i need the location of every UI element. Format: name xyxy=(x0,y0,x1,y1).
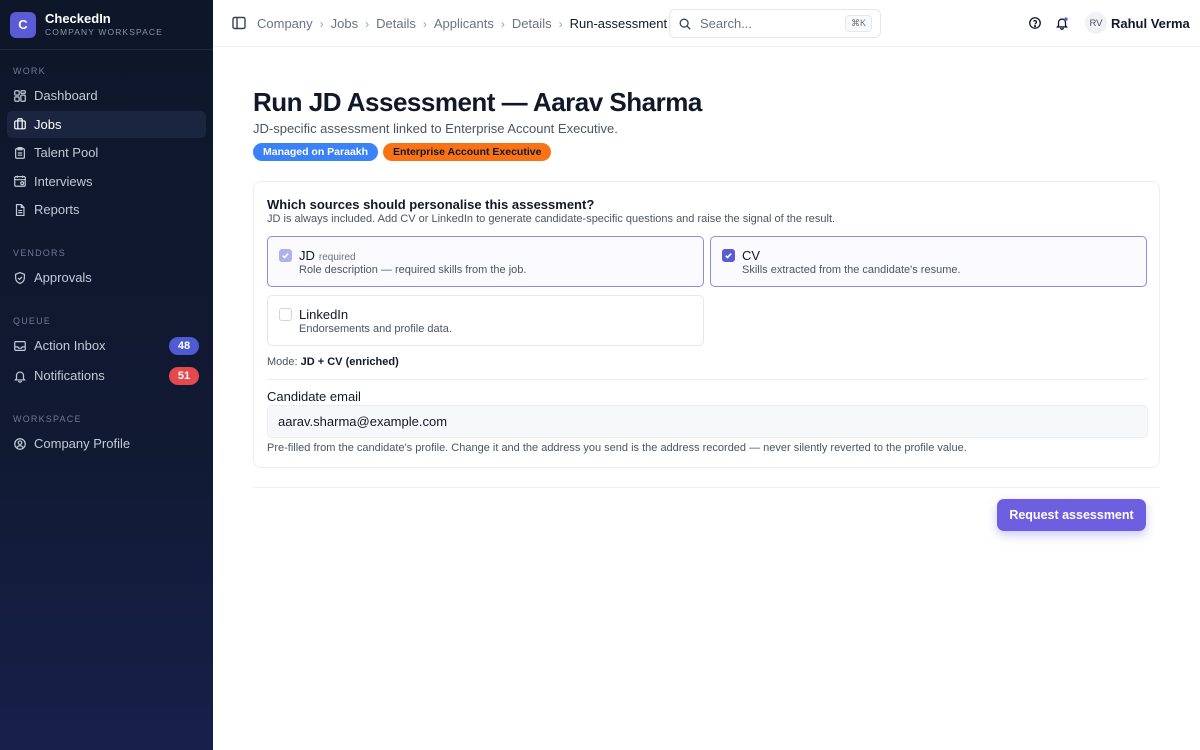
sidebar: C CheckedIn COMPANY WORKSPACE WORK Dashb… xyxy=(0,0,213,750)
chevron-right-icon: › xyxy=(319,16,324,31)
document-icon xyxy=(15,203,25,216)
breadcrumb-current: Run-assessment xyxy=(569,16,668,31)
sidebar-item-label: Jobs xyxy=(34,116,62,132)
source-option-linkedin[interactable]: LinkedIn Endorsements and profile data. xyxy=(267,295,704,346)
user-name[interactable]: Rahul Verma xyxy=(1111,16,1190,31)
breadcrumb-applicant-details[interactable]: Details xyxy=(512,16,552,31)
sidebar-item-label: Dashboard xyxy=(34,88,98,103)
sources-description: JD is always included. Add CV or LinkedI… xyxy=(267,213,836,225)
linkedin-option-description: Endorsements and profile data. xyxy=(299,323,452,335)
main-content: Run JD Assessment — Aarav Sharma JD-spec… xyxy=(213,47,1200,750)
tag-list: Managed on Paraakh Enterprise Account Ex… xyxy=(253,143,552,161)
mode-value: JD + CV (enriched) xyxy=(300,356,399,368)
sidebar-section-vendors: VENDORS xyxy=(13,248,66,258)
bell-icon[interactable] xyxy=(1055,16,1069,30)
brand[interactable]: C CheckedIn COMPANY WORKSPACE xyxy=(0,0,213,50)
request-assessment-button[interactable]: Request assessment xyxy=(997,499,1146,531)
sidebar-item-jobs[interactable]: Jobs xyxy=(7,110,206,138)
brand-logo: C xyxy=(10,11,36,38)
sidebar-section-queue: QUEUE xyxy=(13,316,52,326)
sidebar-item-label: Approvals xyxy=(34,270,92,285)
sidebar-item-notifications[interactable]: Notifications 51 xyxy=(7,362,206,389)
breadcrumb-applicants[interactable]: Applicants xyxy=(434,16,494,31)
search-placeholder: Search... xyxy=(700,16,753,31)
sidebar-item-dashboard[interactable]: Dashboard xyxy=(7,82,206,109)
linkedin-checkbox[interactable] xyxy=(279,308,292,321)
chevron-right-icon: › xyxy=(365,16,370,31)
jd-option-description: Role description — required skills from … xyxy=(299,264,527,276)
calendar-icon xyxy=(14,175,26,187)
sidebar-section-workspace: WORKSPACE xyxy=(13,414,82,424)
sidebar-item-label: Notifications xyxy=(34,368,105,383)
user-circle-icon xyxy=(14,437,26,450)
sidebar-item-label: Interviews xyxy=(34,173,93,189)
sidebar-item-talent-pool[interactable]: Talent Pool xyxy=(7,139,206,166)
required-tag: required xyxy=(318,252,356,263)
search-shortcut: ⌘K xyxy=(844,15,872,32)
cv-checkbox[interactable] xyxy=(722,249,735,262)
breadcrumb: Company › Jobs › Details › Applicants › … xyxy=(257,0,667,47)
sidebar-item-company-profile[interactable]: Company Profile xyxy=(7,430,206,457)
source-option-jd[interactable]: JD required Role description — required s… xyxy=(267,236,704,287)
jd-checkbox[interactable] xyxy=(279,249,292,262)
candidate-email-label: Candidate email xyxy=(267,389,361,404)
clipboard-icon xyxy=(15,146,25,159)
mode-label: Mode: xyxy=(267,356,298,368)
cv-option-title: CV xyxy=(742,248,761,263)
check-icon xyxy=(282,252,289,259)
sidebar-toggle-icon[interactable] xyxy=(231,15,247,31)
brand-subtitle: COMPANY WORKSPACE xyxy=(45,26,163,37)
managed-badge: Managed on Paraakh xyxy=(253,143,379,161)
sidebar-item-label: Talent Pool xyxy=(34,145,99,160)
avatar[interactable]: RV xyxy=(1085,12,1107,34)
notifications-count-badge: 51 xyxy=(169,367,199,385)
breadcrumb-details[interactable]: Details xyxy=(376,16,416,31)
sidebar-item-label: Action Inbox xyxy=(34,338,106,353)
inbox-icon xyxy=(14,340,26,351)
sidebar-item-interviews[interactable]: Interviews xyxy=(7,168,206,195)
dashboard-icon xyxy=(14,89,26,102)
cv-option-description: Skills extracted from the candidate's re… xyxy=(742,264,961,276)
page-title: Run JD Assessment — Aarav Sharma xyxy=(253,87,702,117)
bell-icon xyxy=(14,370,26,383)
chevron-right-icon: › xyxy=(422,16,427,31)
chevron-right-icon: › xyxy=(500,16,505,31)
sidebar-item-label: Company Profile xyxy=(34,436,131,451)
breadcrumb-company[interactable]: Company xyxy=(257,16,313,31)
jd-label: JD xyxy=(299,248,315,263)
linkedin-option-title: LinkedIn xyxy=(299,307,349,322)
topbar: Company › Jobs › Details › Applicants › … xyxy=(213,0,1200,47)
page-subtitle: JD-specific assessment linked to Enterpr… xyxy=(253,121,618,136)
assessment-mode: Mode: JD + CV (enriched) xyxy=(267,356,399,368)
sidebar-item-approvals[interactable]: Approvals xyxy=(7,264,206,291)
assessment-sources-card: Which sources should personalise this as… xyxy=(253,181,1160,468)
source-option-cv[interactable]: CV Skills extracted from the candidate's… xyxy=(710,236,1147,287)
search-icon xyxy=(679,18,691,30)
sources-title: Which sources should personalise this as… xyxy=(267,197,595,212)
sidebar-section-work: WORK xyxy=(13,66,46,76)
sidebar-item-reports[interactable]: Reports xyxy=(7,196,206,223)
chevron-right-icon: › xyxy=(558,16,563,31)
check-icon xyxy=(725,252,732,259)
job-title-badge: Enterprise Account Executive xyxy=(383,143,552,161)
briefcase-icon xyxy=(14,118,26,130)
inbox-count-badge: 48 xyxy=(169,337,199,355)
shield-check-icon xyxy=(15,271,25,284)
help-icon[interactable] xyxy=(1028,16,1042,30)
candidate-email-hint: Pre-filled from the candidate's profile.… xyxy=(267,442,967,454)
divider xyxy=(253,487,1160,488)
jd-option-title: JD required xyxy=(299,248,356,263)
sidebar-item-label: Reports xyxy=(34,202,80,217)
candidate-email-input[interactable] xyxy=(267,405,1148,438)
divider xyxy=(267,379,1148,380)
sidebar-item-action-inbox[interactable]: Action Inbox 48 xyxy=(7,332,206,359)
search-input[interactable]: Search... ⌘K xyxy=(669,9,881,38)
brand-name: CheckedIn xyxy=(45,10,111,26)
breadcrumb-jobs[interactable]: Jobs xyxy=(331,16,358,31)
